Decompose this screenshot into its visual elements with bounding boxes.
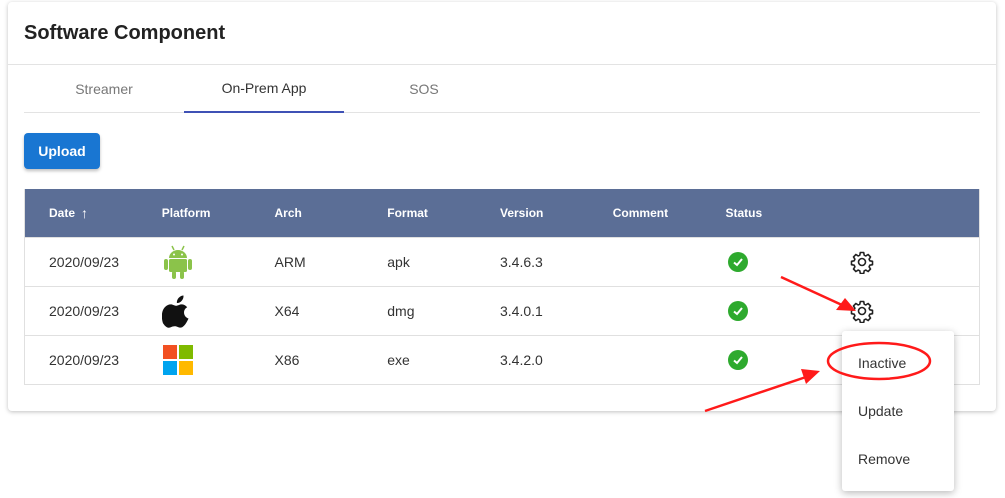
table-row: 2020/09/23 X64 dmg 3.4.0.1 bbox=[25, 286, 979, 335]
cell-date: 2020/09/23 bbox=[49, 254, 120, 270]
header-format: Format bbox=[387, 206, 428, 220]
cell-version: 3.4.2.0 bbox=[500, 352, 543, 368]
cell-actions bbox=[838, 250, 979, 274]
header-arch: Arch bbox=[274, 206, 302, 220]
cell-arch: X86 bbox=[274, 352, 300, 368]
gear-icon[interactable] bbox=[850, 250, 874, 274]
check-circle-icon bbox=[727, 301, 748, 321]
upload-button[interactable]: Upload bbox=[24, 133, 100, 169]
cell-platform bbox=[162, 344, 275, 376]
cell-status bbox=[726, 252, 839, 272]
cell-arch: X64 bbox=[274, 303, 300, 319]
cell-version: 3.4.0.1 bbox=[500, 303, 543, 319]
cell-format: apk bbox=[387, 254, 410, 270]
cell-date: 2020/09/23 bbox=[49, 352, 120, 368]
cell-format: exe bbox=[387, 352, 410, 368]
tab-sos[interactable]: SOS bbox=[344, 65, 504, 113]
header-date-label: Date bbox=[49, 206, 76, 220]
page-title: Software Component bbox=[24, 22, 226, 44]
check-circle-icon bbox=[727, 252, 748, 272]
cell-status bbox=[726, 350, 839, 370]
menu-item-update[interactable]: Update bbox=[842, 387, 954, 435]
cell-actions bbox=[838, 299, 979, 323]
cell-platform bbox=[162, 244, 275, 280]
table-row: 2020/09/23 X86 exe 3.4.2.0 bbox=[25, 335, 979, 384]
action-menu: Inactive Update Remove bbox=[842, 331, 954, 491]
header-date[interactable]: Date ↑ bbox=[25, 205, 162, 221]
windows-icon bbox=[162, 345, 193, 375]
cell-version: 3.4.6.3 bbox=[500, 254, 543, 270]
cell-date: 2020/09/23 bbox=[49, 303, 120, 319]
check-circle-icon bbox=[727, 350, 748, 370]
tab-streamer[interactable]: Streamer bbox=[24, 65, 184, 113]
cell-platform bbox=[161, 293, 275, 329]
arrow-up-icon[interactable]: ↑ bbox=[81, 205, 88, 221]
cell-status bbox=[726, 301, 839, 321]
header-platform: Platform bbox=[161, 206, 211, 220]
cell-format: dmg bbox=[387, 303, 415, 319]
tab-on-prem-app[interactable]: On-Prem App bbox=[184, 65, 344, 113]
header-status: Status bbox=[725, 206, 763, 220]
gear-icon[interactable] bbox=[850, 299, 874, 323]
header-version: Version bbox=[500, 206, 544, 220]
table-row: 2020/09/23 ARM apk 3.4.6.3 bbox=[25, 237, 979, 286]
android-icon bbox=[163, 245, 192, 279]
components-table: Date ↑ Platform Arch Format Version Comm… bbox=[24, 189, 980, 385]
menu-item-remove[interactable]: Remove bbox=[842, 435, 954, 483]
menu-item-inactive[interactable]: Inactive bbox=[842, 339, 954, 387]
tab-bar: Streamer On-Prem App SOS bbox=[24, 65, 980, 113]
header-comment: Comment bbox=[612, 206, 669, 220]
cell-arch: ARM bbox=[274, 254, 306, 270]
apple-icon bbox=[161, 295, 189, 328]
table-header: Date ↑ Platform Arch Format Version Comm… bbox=[25, 189, 979, 237]
